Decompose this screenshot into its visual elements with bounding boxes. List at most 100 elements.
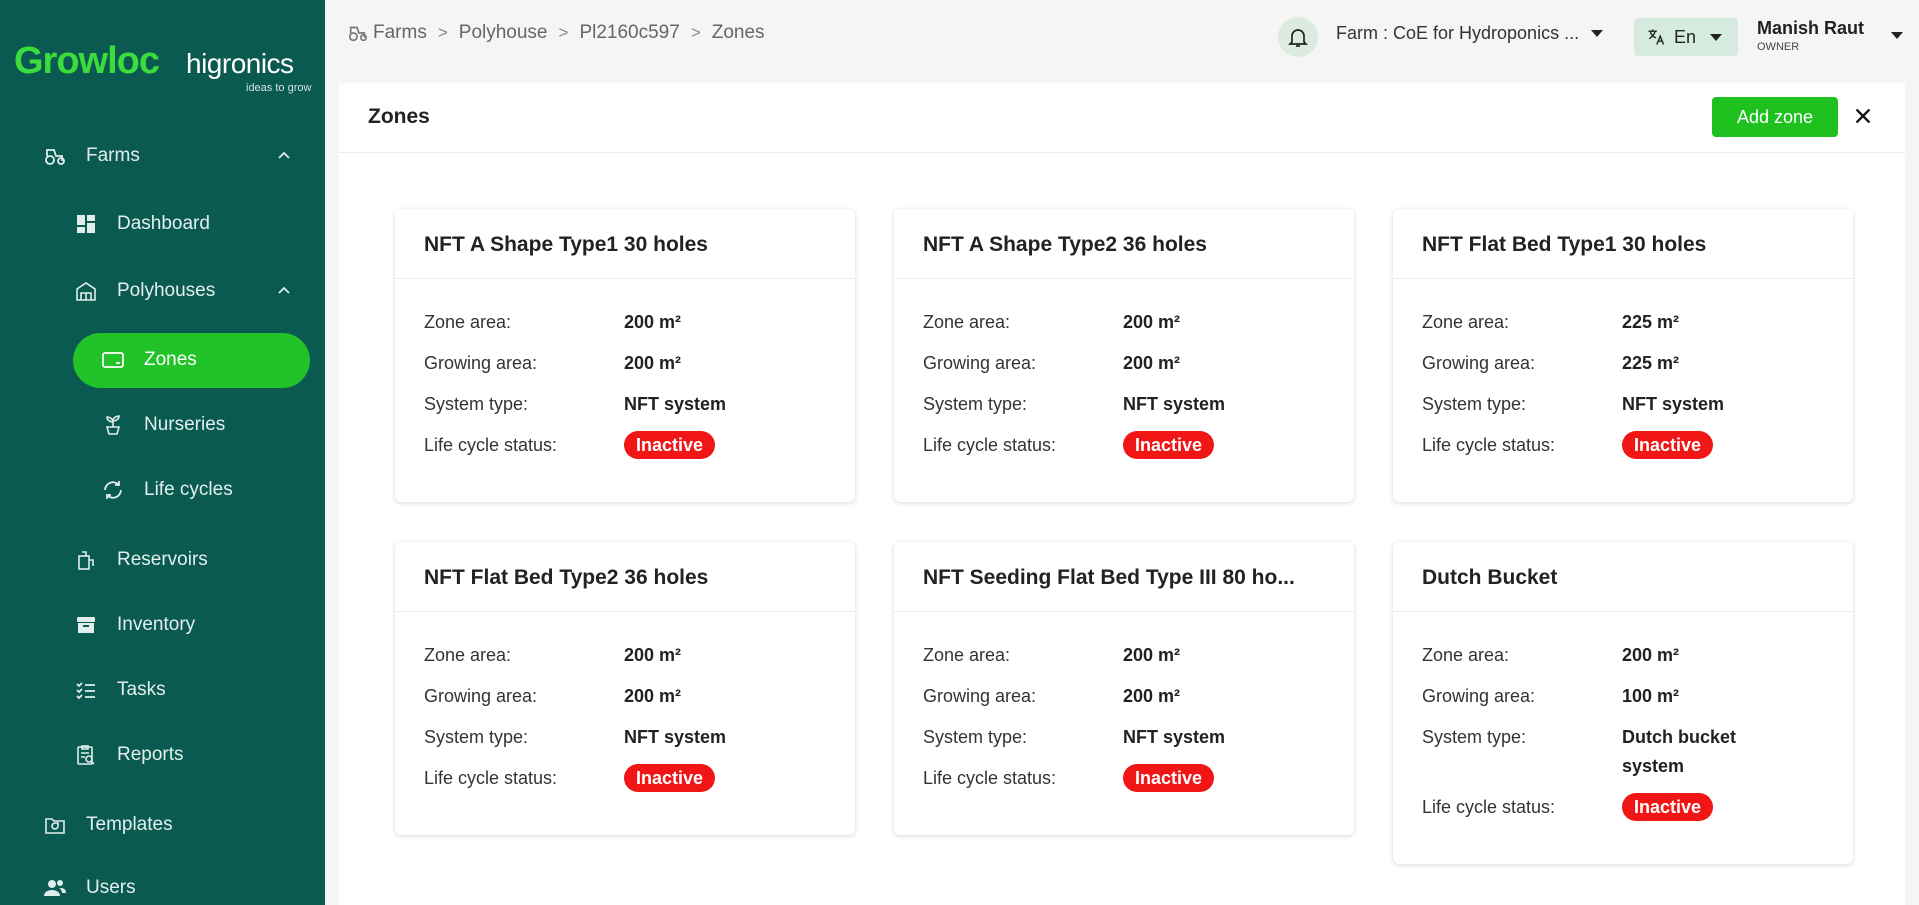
growing-area-label: Growing area: [424,686,538,706]
system-type-label: System type: [1422,727,1527,747]
sidebar-item-tasks[interactable]: Tasks [73,677,166,703]
zone-name: NFT Seeding Flat Bed Type III 80 ho... [894,542,1354,612]
sidebar-item-label: Farms [86,145,140,166]
life-cycle-status-label: Life cycle status: [923,435,1057,455]
breadcrumb-polyhouse[interactable]: Polyhouse [459,22,548,44]
caret-down-icon[interactable] [1891,32,1903,39]
top-bar: Farms > Polyhouse > Pl2160c597 > Zones F… [325,0,1919,72]
farm-select[interactable]: Farm : CoE for Hydroponics ... [1336,23,1604,44]
zone-area-value: 225 m² [1622,312,1680,332]
sidebar-item-label: Reservoirs [117,549,208,570]
sidebar: Growloc higronics ideas to grow Farms Da… [0,0,325,905]
sidebar-item-label: Reports [117,744,184,765]
sidebar-item-templates[interactable]: Templates [42,812,173,838]
zone-card[interactable]: NFT Flat Bed Type1 30 holes Zone area: 22… [1393,209,1853,502]
zone-name: NFT A Shape Type1 30 holes [395,209,855,279]
higronics-logo: higronics [186,48,294,79]
reservoir-icon [73,547,99,573]
zone-area-value: 200 m² [1123,645,1181,665]
sidebar-item-life-cycles[interactable]: Life cycles [100,477,233,503]
sidebar-item-zones[interactable]: Zones [100,347,197,373]
add-zone-button[interactable]: Add zone [1712,97,1838,137]
system-type-value: NFT system [624,727,727,747]
caret-down-icon [1591,30,1604,37]
system-type-value: Dutch bucket system [1622,727,1737,776]
polyhouse-icon [73,278,99,304]
zone-area-label: Zone area: [923,645,1011,665]
growing-area-label: Growing area: [424,353,538,373]
growing-area-value: 200 m² [624,353,682,373]
life-cycle-status-label: Life cycle status: [1422,797,1556,817]
zone-area-label: Zone area: [1422,645,1510,665]
user-name: Manish Raut [1757,18,1865,38]
zone-icon [100,347,126,373]
breadcrumb-separator: > [437,23,448,42]
breadcrumb: Farms > Polyhouse > Pl2160c597 > Zones [347,22,765,44]
zone-area-label: Zone area: [424,312,512,332]
system-type-label: System type: [424,394,529,414]
life-cycle-status-label: Life cycle status: [424,435,558,455]
zone-area-value: 200 m² [624,645,682,665]
close-icon [1855,108,1871,124]
logo: Growloc higronics ideas to grow [14,40,314,94]
life-cycle-status-label: Life cycle status: [424,768,558,788]
status-badge: Inactive [1622,431,1714,459]
system-type-value: NFT system [1123,727,1226,747]
sidebar-item-reports[interactable]: Reports [73,742,184,768]
language-label: En [1674,26,1697,47]
page-title: Zones [368,105,430,128]
sidebar-item-dashboard[interactable]: Dashboard [73,211,210,237]
farm-select-label: Farm : CoE for Hydroponics ... [1336,23,1580,43]
growing-area-value: 200 m² [1123,686,1181,706]
sidebar-item-label: Templates [86,814,173,835]
status-badge: Inactive [624,764,716,792]
zone-name: NFT Flat Bed Type1 30 holes [1393,209,1853,279]
chevron-up-icon[interactable] [276,283,292,299]
breadcrumb-polyhouse-id[interactable]: Pl2160c597 [579,22,679,44]
close-button[interactable] [1848,101,1878,131]
system-type-value: NFT system [1123,394,1226,414]
user-menu[interactable]: Manish Raut OWNER [1757,18,1864,53]
system-type-label: System type: [1422,394,1527,414]
zone-area-label: Zone area: [424,645,512,665]
report-icon [73,742,99,768]
system-type-value: NFT system [624,394,727,414]
growloc-logo: Growloc [14,40,160,82]
zone-card[interactable]: NFT A Shape Type1 30 holes Zone area: 200… [395,209,855,502]
sidebar-item-label: Nurseries [144,414,226,435]
sidebar-item-inventory[interactable]: Inventory [73,612,195,638]
status-badge: Inactive [1622,793,1714,821]
bell-icon [1287,29,1309,47]
sidebar-item-farms[interactable]: Farms [42,141,292,171]
zone-area-label: Zone area: [1422,312,1510,332]
zone-card[interactable]: Dutch Bucket Zone area: 200 m² Growing ar… [1393,542,1853,864]
sidebar-item-nurseries[interactable]: Nurseries [100,412,225,438]
breadcrumb-farms[interactable]: Farms [373,22,427,44]
sidebar-item-label: Users [86,877,136,898]
dashboard-icon [73,211,99,237]
sidebar-item-users[interactable]: Users [42,875,136,901]
breadcrumb-separator: > [690,23,701,42]
sidebar-item-label: Dashboard [117,213,210,234]
zone-card[interactable]: NFT Seeding Flat Bed Type III 80 ho... Z… [894,542,1354,835]
language-select[interactable]: En [1634,18,1738,56]
breadcrumb-separator: > [558,23,569,42]
zones-panel: Zones Add zone NFT A Shape Type1 30 hole… [339,83,1905,905]
system-type-label: System type: [923,394,1028,414]
cycle-icon [100,477,126,503]
archive-icon [73,612,99,638]
system-type-label: System type: [424,727,529,747]
chevron-up-icon[interactable] [276,148,292,164]
status-badge: Inactive [1123,431,1215,459]
breadcrumb-zones: Zones [711,22,765,43]
sidebar-item-label: Inventory [117,614,196,635]
tractor-icon [347,22,369,44]
sidebar-item-label: Life cycles [144,479,233,500]
zone-card[interactable]: NFT A Shape Type2 36 holes Zone area: 200… [894,209,1354,502]
sidebar-item-label: Polyhouses [117,280,216,301]
zone-card[interactable]: NFT Flat Bed Type2 36 holes Zone area: 20… [395,542,855,835]
sidebar-item-polyhouses[interactable]: Polyhouses [73,276,292,306]
notifications-button[interactable] [1278,17,1318,57]
growing-area-value: 225 m² [1622,353,1680,373]
sidebar-item-reservoirs[interactable]: Reservoirs [73,547,208,573]
